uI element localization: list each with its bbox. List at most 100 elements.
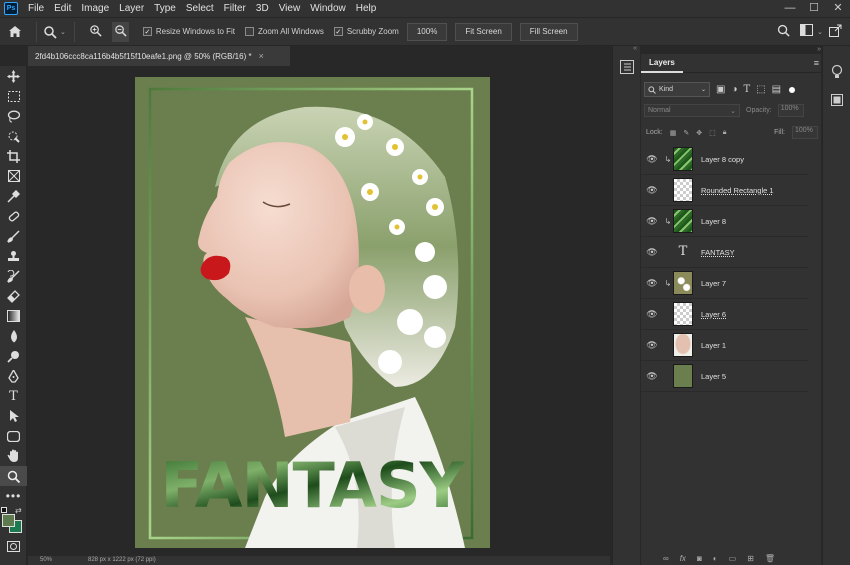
- lock-transparency-icon[interactable]: ▦: [670, 129, 677, 137]
- panel-menu-icon[interactable]: ≡: [814, 58, 821, 68]
- more-tools-icon[interactable]: •••: [0, 486, 27, 506]
- layer-filter-select[interactable]: Kind ⌄: [644, 82, 710, 97]
- learn-lightbulb-icon[interactable]: [831, 64, 850, 82]
- layer-thumbnail[interactable]: [673, 147, 693, 171]
- layer-name[interactable]: Layer 6: [701, 310, 726, 319]
- document-canvas[interactable]: FANTASY: [135, 77, 490, 548]
- visibility-eye-icon[interactable]: 👁︎: [641, 309, 663, 320]
- opacity-field[interactable]: 100%: [777, 104, 804, 117]
- layer-row[interactable]: 👁︎ ↳ Layer 8: [641, 206, 808, 237]
- layer-thumbnail[interactable]: [673, 333, 693, 357]
- menu-type[interactable]: Type: [149, 0, 181, 17]
- layer-row[interactable]: 👁︎ Rounded Rectangle 1: [641, 175, 808, 206]
- delete-layer-icon[interactable]: 🗑︎: [765, 554, 775, 563]
- path-selection-tool-icon[interactable]: [0, 406, 27, 426]
- zoom-in-icon[interactable]: [89, 24, 102, 40]
- lock-pixels-icon[interactable]: ✎: [683, 129, 689, 137]
- layer-thumbnail[interactable]: [673, 178, 693, 202]
- menu-3d[interactable]: 3D: [251, 0, 274, 17]
- eyedropper-tool-icon[interactable]: [0, 186, 27, 206]
- dodge-tool-icon[interactable]: [0, 346, 27, 366]
- lock-all-icon[interactable]: 🔒︎: [723, 129, 727, 137]
- default-colors-icon[interactable]: [1, 507, 7, 513]
- layer-name[interactable]: FANTASY: [701, 248, 735, 257]
- foreground-color-swatch[interactable]: [2, 514, 15, 527]
- new-group-icon[interactable]: ▭: [729, 554, 737, 563]
- pen-tool-icon[interactable]: [0, 366, 27, 386]
- quick-mask-icon[interactable]: [0, 536, 27, 556]
- visibility-eye-icon[interactable]: 👁︎: [641, 340, 663, 351]
- layer-row[interactable]: 👁︎ ↳ Layer 8 copy: [641, 144, 808, 175]
- blend-mode-select[interactable]: Normal ⌄: [644, 104, 740, 117]
- layer-row[interactable]: 👁︎ ↳ Layer 7: [641, 268, 808, 299]
- layer-thumbnail[interactable]: [673, 271, 693, 295]
- visibility-eye-icon[interactable]: 👁︎: [641, 185, 663, 196]
- status-zoom[interactable]: 50%: [40, 557, 52, 563]
- lock-position-icon[interactable]: ✥: [696, 129, 702, 137]
- zoom-tool-preset-icon[interactable]: ⌄: [43, 25, 66, 39]
- marquee-tool-icon[interactable]: [0, 86, 27, 106]
- add-mask-icon[interactable]: ◙: [697, 554, 702, 563]
- layer-name[interactable]: Layer 1: [701, 341, 726, 350]
- healing-brush-tool-icon[interactable]: [0, 206, 27, 226]
- menu-filter[interactable]: Filter: [219, 0, 251, 17]
- zoom-percent-field[interactable]: 100%: [406, 22, 448, 41]
- close-tab-icon[interactable]: ×: [259, 51, 264, 61]
- layers-panel-title[interactable]: Layers: [641, 54, 683, 73]
- filter-type-icon[interactable]: T: [744, 84, 751, 95]
- eraser-tool-icon[interactable]: [0, 286, 27, 306]
- resize-windows-checkbox[interactable]: ✓ Resize Windows to Fit: [142, 27, 235, 36]
- frame-tool-icon[interactable]: [0, 166, 27, 186]
- menu-window[interactable]: Window: [305, 0, 351, 17]
- blur-tool-icon[interactable]: [0, 326, 27, 346]
- minimize-button[interactable]: —: [778, 0, 802, 17]
- visibility-eye-icon[interactable]: 👁︎: [641, 371, 663, 382]
- layer-row[interactable]: 👁︎ Layer 5: [641, 361, 808, 392]
- crop-tool-icon[interactable]: [0, 146, 27, 166]
- search-icon[interactable]: [777, 24, 790, 40]
- visibility-eye-icon[interactable]: 👁︎: [641, 154, 663, 165]
- filter-pixel-icon[interactable]: ▣: [716, 84, 725, 95]
- zoom-out-icon[interactable]: [111, 21, 129, 42]
- brush-tool-icon[interactable]: [0, 226, 27, 246]
- document-tab[interactable]: 2fd4b106ccc8ca116b4b5f15f10eafe1.png @ 5…: [28, 46, 290, 66]
- menu-edit[interactable]: Edit: [49, 0, 76, 17]
- properties-panel-icon[interactable]: [620, 60, 640, 77]
- maximize-button[interactable]: ☐: [802, 0, 826, 17]
- link-layers-icon[interactable]: ∞: [663, 554, 669, 563]
- menu-select[interactable]: Select: [181, 0, 219, 17]
- layer-name[interactable]: Layer 7: [701, 279, 726, 288]
- visibility-eye-icon[interactable]: 👁︎: [641, 216, 663, 227]
- fill-screen-button[interactable]: Fill Screen: [519, 22, 578, 41]
- filter-smart-object-icon[interactable]: ▤: [772, 84, 781, 95]
- home-icon[interactable]: [0, 25, 30, 38]
- layer-name[interactable]: Layer 5: [701, 372, 726, 381]
- menu-help[interactable]: Help: [351, 0, 382, 17]
- gradient-tool-icon[interactable]: [0, 306, 27, 326]
- menu-layer[interactable]: Layer: [114, 0, 149, 17]
- workspace-icon[interactable]: [800, 24, 814, 39]
- layer-thumbnail[interactable]: [673, 302, 693, 326]
- close-window-button[interactable]: ✕: [826, 0, 850, 17]
- adjustment-layer-icon[interactable]: ◐: [713, 554, 718, 563]
- visibility-eye-icon[interactable]: 👁︎: [641, 247, 663, 258]
- libraries-icon[interactable]: [831, 94, 850, 109]
- clone-stamp-tool-icon[interactable]: [0, 246, 27, 266]
- menu-image[interactable]: Image: [76, 0, 114, 17]
- filter-shape-icon[interactable]: ⬚: [756, 84, 765, 95]
- zoom-tool-icon[interactable]: [0, 466, 27, 486]
- layer-thumbnail[interactable]: [673, 209, 693, 233]
- filter-toggle-icon[interactable]: [789, 86, 796, 93]
- menu-view[interactable]: View: [274, 0, 306, 17]
- layer-thumbnail[interactable]: [673, 364, 693, 388]
- share-icon[interactable]: [829, 24, 842, 40]
- layer-name[interactable]: Rounded Rectangle 1: [701, 186, 774, 195]
- swap-colors-icon[interactable]: ⇄: [15, 506, 22, 515]
- visibility-eye-icon[interactable]: 👁︎: [641, 278, 663, 289]
- layer-row[interactable]: 👁︎ Layer 6: [641, 299, 808, 330]
- history-brush-tool-icon[interactable]: [0, 266, 27, 286]
- rectangle-tool-icon[interactable]: [0, 426, 27, 446]
- layer-style-icon[interactable]: fx: [680, 554, 686, 563]
- fill-field[interactable]: 100%: [792, 126, 818, 139]
- layer-row[interactable]: 👁︎ T FANTASY: [641, 237, 808, 268]
